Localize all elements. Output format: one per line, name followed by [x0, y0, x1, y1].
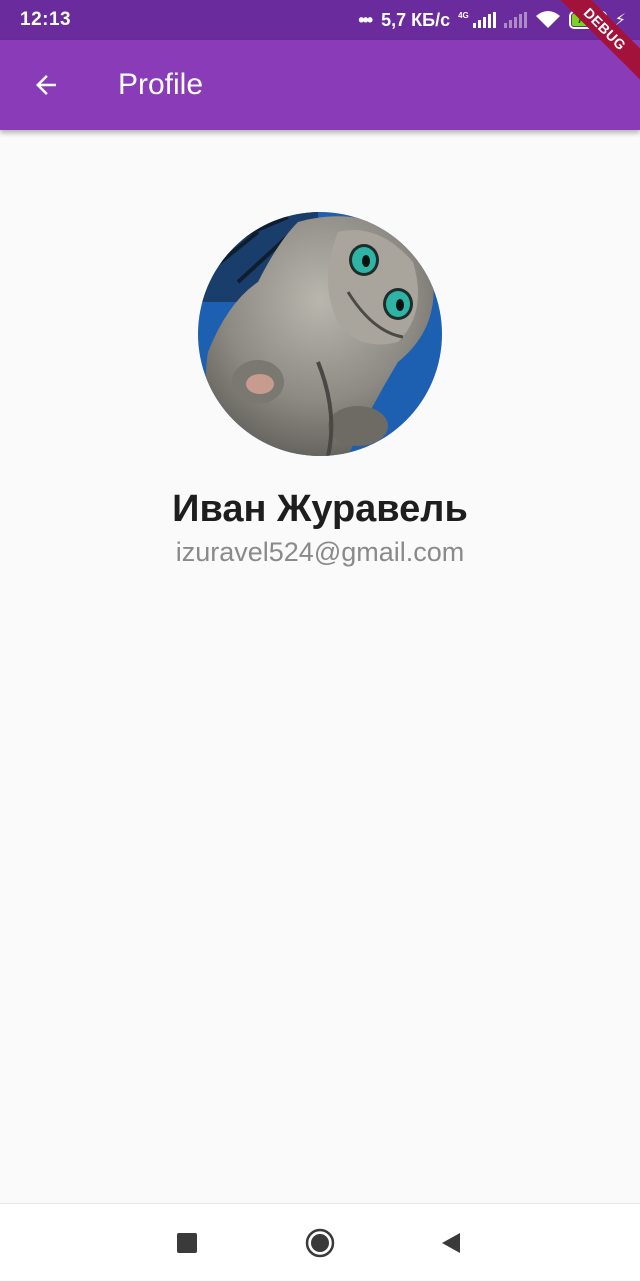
status-bar: 12:13 ••• 5,7 КБ/с 4G 71 ⚡ [0, 0, 640, 40]
nav-back-button[interactable] [411, 1204, 491, 1281]
page-title: Profile [118, 68, 204, 101]
home-button[interactable] [280, 1204, 360, 1281]
arrow-back-icon [36, 75, 56, 95]
signal-icon [472, 12, 496, 28]
app-bar: Profile [0, 40, 640, 130]
wifi-icon [535, 11, 560, 28]
notification-dots: ••• [358, 9, 373, 30]
signal-secondary-icon [503, 12, 527, 28]
home-icon [305, 1228, 335, 1257]
network-speed: 5,7 КБ/с [381, 9, 451, 30]
profile-email: izuravel524@gmail.com [175, 537, 465, 567]
status-time: 12:13 [20, 9, 72, 30]
recents-icon [177, 1232, 197, 1253]
recents-button[interactable] [147, 1204, 227, 1281]
avatar [198, 212, 442, 456]
profile-name: Иван Журавель [172, 488, 468, 530]
back-icon [442, 1232, 460, 1253]
network-type-label: 4G [458, 10, 469, 20]
system-nav-bar [0, 1203, 640, 1280]
avatar-cat-photo [198, 212, 442, 456]
back-button[interactable] [0, 40, 92, 130]
